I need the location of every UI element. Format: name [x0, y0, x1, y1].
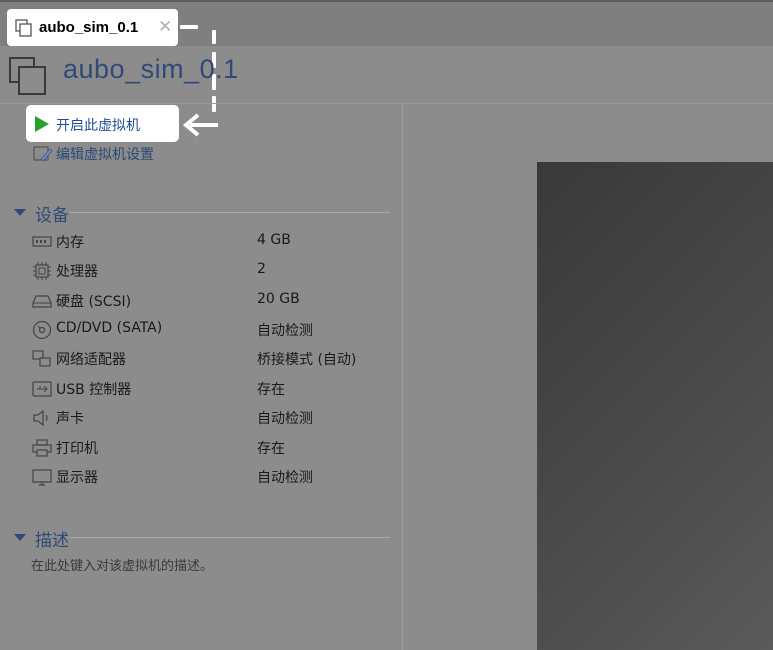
power-on-label: 开启此虚拟机: [56, 118, 140, 134]
device-name: 打印机: [56, 441, 98, 457]
section-divider: [70, 212, 390, 213]
device-value: 存在: [257, 382, 285, 398]
hard-disk-icon: [32, 295, 52, 308]
vm-screen-preview[interactable]: [537, 162, 773, 650]
collapse-triangle-icon: [14, 534, 26, 541]
power-on-button[interactable]: 开启此虚拟机: [26, 105, 179, 142]
device-name: 内存: [56, 235, 84, 251]
cd-dvd-icon: [32, 320, 52, 340]
edit-settings-label: 编辑虚拟机设置: [56, 147, 154, 163]
network-adapter-icon: [32, 350, 51, 367]
device-value: 2: [257, 261, 266, 277]
panel-divider: [402, 104, 403, 650]
close-icon[interactable]: ✕: [158, 17, 172, 37]
tab-vm[interactable]: aubo_sim_0.1 ✕: [7, 9, 178, 46]
device-row-sound-card[interactable]: 声卡 自动检测: [32, 406, 392, 430]
device-row-hard-disk[interactable]: 硬盘 (SCSI) 20 GB: [32, 289, 392, 313]
display-icon: [32, 469, 52, 486]
device-name: 声卡: [56, 411, 84, 427]
device-row-usb[interactable]: USB 控制器 存在: [32, 377, 392, 401]
description-field[interactable]: 在此处键入对该虚拟机的描述。: [31, 555, 213, 574]
device-value: 自动检测: [257, 323, 313, 339]
section-divider: [70, 537, 390, 538]
device-name: 硬盘 (SCSI): [56, 294, 132, 310]
annotation-dash: [212, 30, 216, 44]
device-value: 自动检测: [257, 411, 313, 427]
device-value: 存在: [257, 441, 285, 457]
play-icon: [35, 116, 49, 132]
edit-settings-icon: [33, 146, 53, 162]
device-name: 处理器: [56, 264, 98, 280]
device-row-printer[interactable]: 打印机 存在: [32, 436, 392, 460]
usb-icon: [32, 381, 52, 397]
device-name: CD/DVD (SATA): [56, 320, 163, 336]
device-value: 自动检测: [257, 470, 313, 486]
description-section-title: 描述: [35, 531, 69, 551]
device-row-memory[interactable]: 内存 4 GB: [32, 230, 392, 254]
collapse-triangle-icon: [14, 209, 26, 216]
device-row-cd-dvd[interactable]: CD/DVD (SATA) 自动检测: [32, 318, 392, 342]
device-value: 4 GB: [257, 232, 291, 248]
device-name: 网络适配器: [56, 352, 126, 368]
arrow-left-icon: [182, 113, 218, 137]
sound-card-icon: [33, 409, 48, 427]
annotation-dash: [180, 25, 198, 29]
vm-copy-icon: [9, 57, 46, 95]
device-row-processor[interactable]: 处理器 2: [32, 259, 392, 283]
page-title: aubo_sim_0.1: [63, 54, 239, 84]
memory-icon: [32, 236, 52, 247]
device-name: 显示器: [56, 470, 98, 486]
device-value: 桥接模式 (自动): [257, 352, 357, 368]
processor-icon: [33, 262, 51, 280]
vm-header: aubo_sim_0.1: [0, 46, 773, 104]
tab-title: aubo_sim_0.1: [39, 19, 139, 36]
device-name: USB 控制器: [56, 382, 132, 398]
vm-copy-icon: [15, 19, 32, 37]
device-value: 20 GB: [257, 291, 300, 307]
device-row-display[interactable]: 显示器 自动检测: [32, 465, 392, 489]
devices-section-title: 设备: [35, 206, 69, 226]
device-row-network-adapter[interactable]: 网络适配器 桥接模式 (自动): [32, 347, 392, 371]
printer-icon: [32, 439, 52, 457]
